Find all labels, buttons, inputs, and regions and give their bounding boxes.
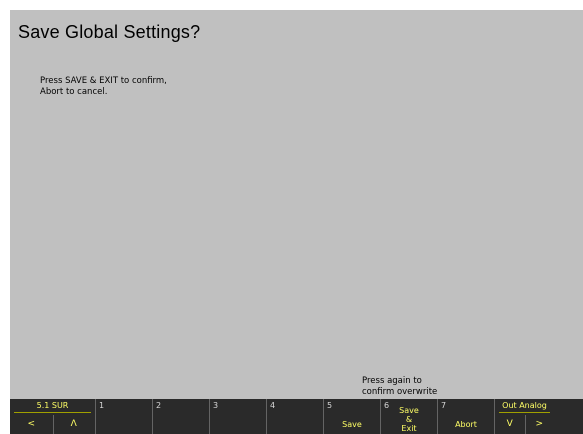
softkey-3-number: 3 (213, 401, 219, 410)
confirm-hint: Press again to confirm overwrite (362, 376, 442, 398)
output-softkey: Out Analog V > (495, 399, 554, 434)
dialog-message: Press SAVE & EXIT to confirm, Abort to c… (40, 76, 167, 98)
softkey-4[interactable]: 4 (267, 399, 324, 434)
save-and-exit-line-3: Exit (401, 424, 417, 433)
dialog-title: Save Global Settings? (18, 22, 201, 42)
output-next-button[interactable]: > (525, 415, 555, 434)
softkey-7-number: 7 (441, 401, 447, 410)
mode-divider (14, 412, 91, 413)
softkey-bar: 5.1 SUR < Λ 1 2 3 4 5 Save 6 Save & Exit… (10, 399, 583, 434)
softkey-4-number: 4 (270, 401, 276, 410)
save-and-exit-label: Save & Exit (381, 406, 437, 433)
mode-up-button[interactable]: Λ (53, 415, 96, 434)
softkey-1-number: 1 (99, 401, 105, 410)
mode-label: 5.1 SUR (36, 401, 69, 410)
save-label: Save (342, 420, 362, 429)
softkey-2[interactable]: 2 (153, 399, 210, 434)
abort-softkey[interactable]: 7 Abort (438, 399, 495, 434)
message-line-2: Abort to cancel. (40, 87, 108, 97)
mode-prev-button[interactable]: < (10, 415, 53, 434)
hint-line-2: confirm overwrite (362, 387, 438, 397)
abort-label: Abort (455, 420, 477, 429)
output-label: Out Analog (502, 401, 547, 410)
mode-softkey: 5.1 SUR < Λ (10, 399, 96, 434)
hint-line-1: Press again to (362, 376, 422, 386)
save-and-exit-softkey[interactable]: 6 Save & Exit (381, 399, 438, 434)
save-and-exit-line-1: Save (399, 406, 419, 415)
softkey-3[interactable]: 3 (210, 399, 267, 434)
softkey-1[interactable]: 1 (96, 399, 153, 434)
settings-screen: Save Global Settings? Press SAVE & EXIT … (10, 10, 583, 434)
softkey-2-number: 2 (156, 401, 162, 410)
save-softkey[interactable]: 5 Save (324, 399, 381, 434)
save-and-exit-line-2: & (405, 415, 413, 424)
output-divider (499, 412, 550, 413)
message-line-1: Press SAVE & EXIT to confirm, (40, 76, 167, 86)
softkey-5-number: 5 (327, 401, 333, 410)
output-down-button[interactable]: V (495, 415, 525, 434)
